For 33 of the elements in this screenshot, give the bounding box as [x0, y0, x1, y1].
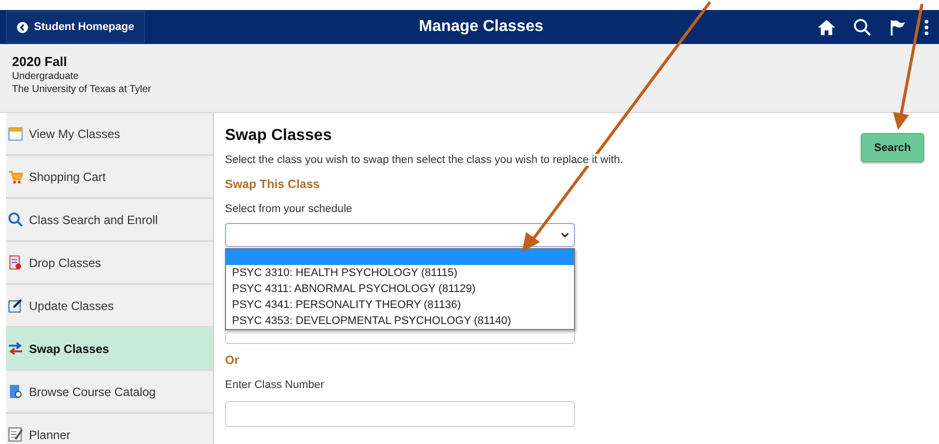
document-remove-icon — [8, 255, 23, 270]
instructions-text: Select the class you wish to swap then select the class you wish to replace it with. — [225, 154, 624, 166]
or-text: Or — [225, 353, 240, 367]
term-name: 2020 Fall — [12, 54, 68, 69]
more-icon[interactable] — [924, 18, 929, 36]
dropdown-option[interactable]: PSYC 4341: PERSONALITY THEORY (81136) — [226, 297, 574, 313]
field-label: Select from your schedule — [225, 203, 354, 215]
dropdown-option[interactable]: PSYC 3310: HEALTH PSYCHOLOGY (81115) — [226, 265, 574, 281]
notepad-icon — [8, 427, 23, 442]
dropdown-option[interactable]: PSYC 4311: ABNORMAL PSYCHOLOGY (81129) — [226, 281, 574, 297]
caret-icon — [561, 232, 569, 238]
field-label: Enter Class Number — [225, 379, 326, 391]
calendar-icon — [8, 126, 23, 141]
dropdown-option[interactable]: PSYC 4353: DEVELOPMENTAL PSYCHOLOGY (81140) — [226, 313, 574, 329]
search-icon — [8, 212, 23, 227]
class-number-field[interactable] — [225, 401, 575, 427]
chevron-left-icon — [17, 22, 28, 32]
swap-arrows-icon — [8, 341, 23, 356]
back-button[interactable]: Student Homepage — [6, 11, 146, 43]
book-icon — [8, 384, 23, 399]
career-text: Undergraduate — [12, 71, 80, 82]
search-button[interactable]: Search — [861, 133, 924, 162]
search-icon[interactable] — [853, 18, 872, 36]
flag-icon[interactable] — [889, 18, 907, 36]
subsection-heading: Swap This Class — [225, 177, 321, 191]
home-icon[interactable] — [817, 18, 836, 36]
cart-icon — [8, 169, 23, 184]
edit-icon — [8, 298, 23, 313]
section-title: Swap Classes — [225, 127, 332, 145]
page-title: Manage Classes — [418, 18, 544, 36]
class-dropdown[interactable] — [225, 223, 575, 247]
institution-text: The University of Texas at Tyler — [12, 84, 152, 95]
sidebar-item[interactable]: Swap Classes — [6, 328, 213, 371]
